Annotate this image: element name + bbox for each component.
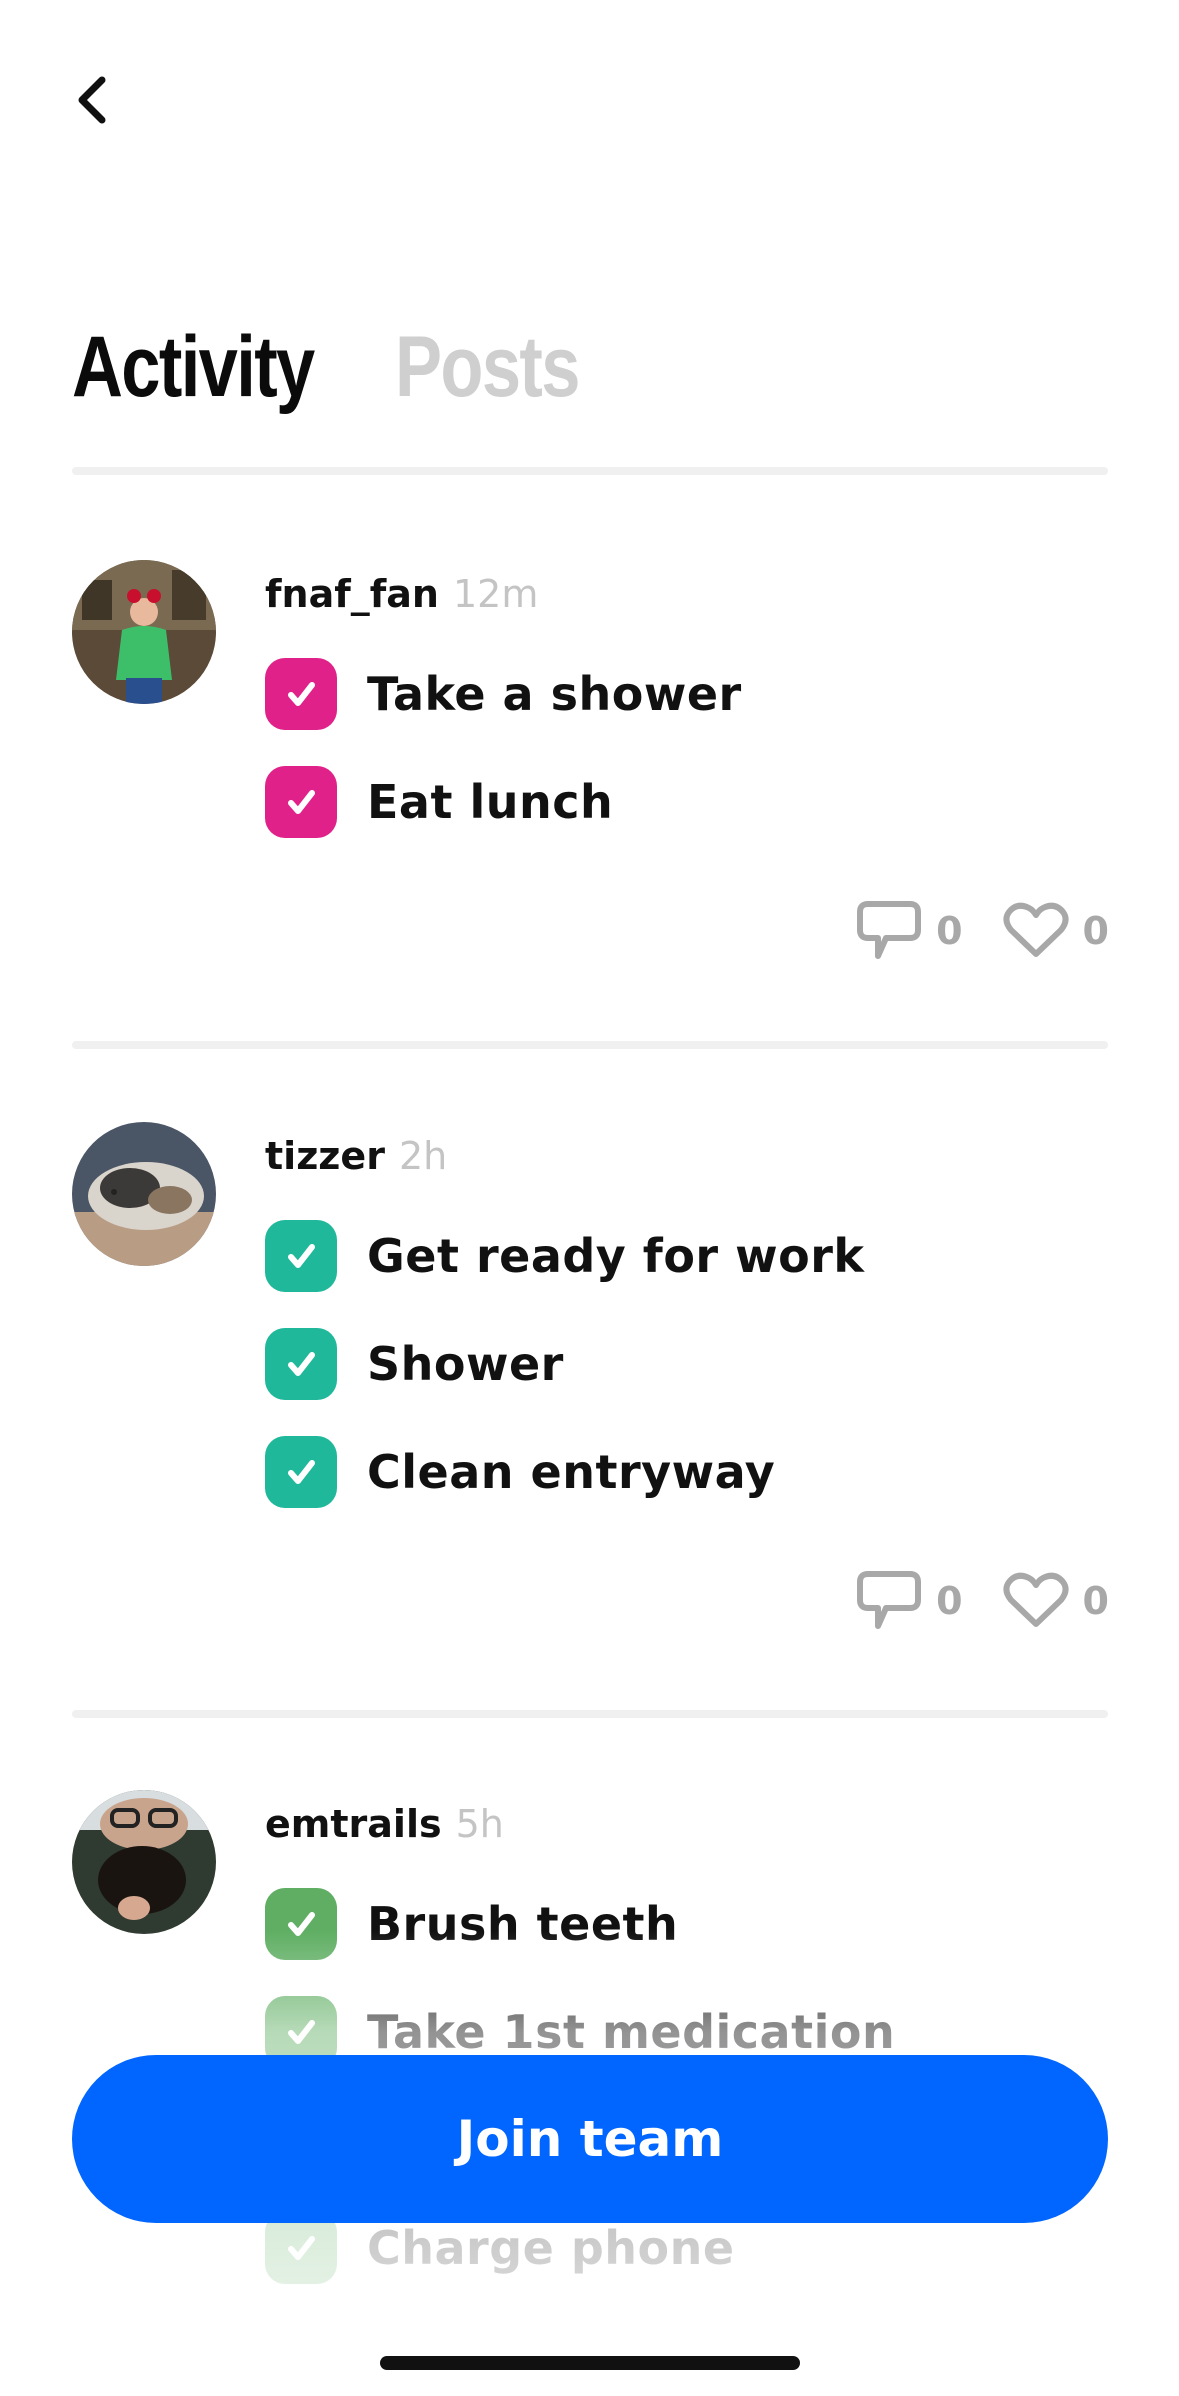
task-label: Take a shower	[367, 667, 742, 721]
task-label: Brush teeth	[367, 1897, 679, 1951]
comment-bubble-icon	[857, 901, 922, 959]
comment-count: 0	[936, 909, 963, 953]
home-indicator	[380, 2356, 800, 2370]
avatar[interactable]	[72, 560, 216, 704]
checkmark-icon	[265, 1888, 337, 1960]
timestamp: 12m	[453, 572, 539, 616]
like-button[interactable]: 0	[1003, 1572, 1109, 1630]
task-item: Take a shower	[265, 658, 742, 730]
comment-button[interactable]: 0	[856, 900, 963, 962]
checkmark-icon	[265, 658, 337, 730]
task-item: Get ready for work	[265, 1220, 865, 1292]
timestamp: 5h	[455, 1802, 504, 1846]
task-item: Clean entryway	[265, 1436, 775, 1508]
avatar[interactable]	[72, 1122, 216, 1266]
timestamp: 2h	[398, 1134, 448, 1178]
comment-count: 0	[936, 1579, 963, 1623]
checkmark-icon	[265, 1220, 337, 1292]
task-label: Get ready for work	[367, 1229, 865, 1283]
username[interactable]: tizzer	[265, 1134, 385, 1178]
task-label: Clean entryway	[367, 1445, 776, 1499]
tab-bar: Activity Posts	[72, 300, 619, 410]
avatar[interactable]	[72, 1790, 216, 1934]
divider	[72, 467, 1108, 475]
task-label: Charge phone	[367, 2221, 735, 2275]
comment-button[interactable]: 0	[856, 1570, 963, 1632]
join-team-button[interactable]: Join team	[72, 2055, 1108, 2223]
task-label: Shower	[367, 1337, 564, 1391]
task-item: Eat lunch	[265, 766, 613, 838]
heart-icon	[1003, 1572, 1069, 1627]
tab-activity[interactable]: Activity	[72, 324, 315, 410]
heart-icon	[1003, 902, 1069, 957]
task-item: Brush teeth	[265, 1888, 678, 1960]
like-count: 0	[1082, 909, 1109, 953]
comment-bubble-icon	[857, 1571, 922, 1629]
chevron-left-icon	[78, 76, 106, 124]
tab-posts[interactable]: Posts	[395, 324, 580, 410]
username[interactable]: fnaf_fan	[265, 572, 439, 616]
task-item: Shower	[265, 1328, 564, 1400]
divider	[72, 1710, 1108, 1718]
like-count: 0	[1082, 1579, 1109, 1623]
task-label: Eat lunch	[367, 775, 614, 829]
back-button[interactable]	[72, 60, 132, 140]
divider	[72, 1041, 1108, 1049]
task-label: Take 1st medication	[367, 2005, 896, 2059]
username[interactable]: emtrails	[265, 1802, 442, 1846]
like-button[interactable]: 0	[1003, 902, 1109, 960]
checkmark-icon	[265, 766, 337, 838]
checkmark-icon	[265, 1328, 337, 1400]
checkmark-icon	[265, 1436, 337, 1508]
